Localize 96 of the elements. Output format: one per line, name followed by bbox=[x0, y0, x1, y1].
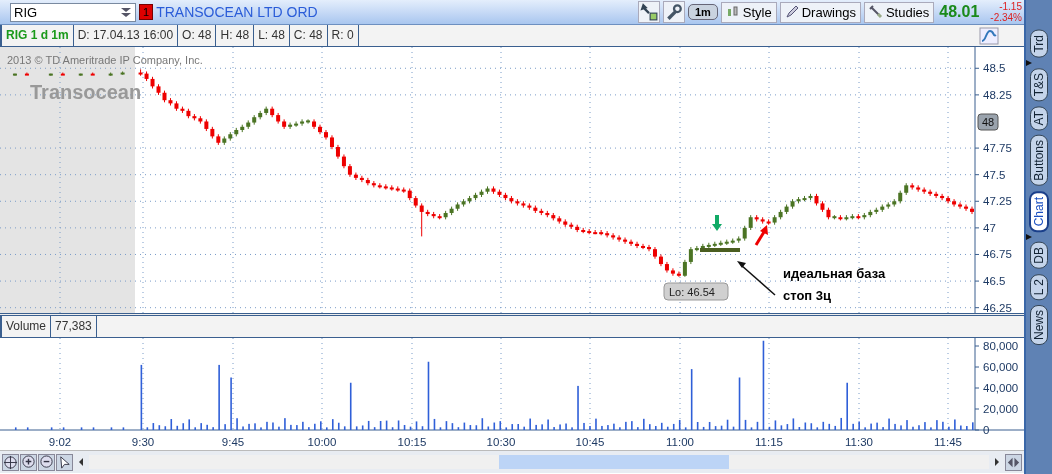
percent-change: -2.34% bbox=[990, 12, 1022, 23]
price-change: -1.15 bbox=[999, 1, 1022, 12]
candlestick bbox=[300, 118, 305, 127]
price-axis-label: 46.25 bbox=[983, 301, 1012, 313]
pencil-icon bbox=[784, 5, 799, 19]
candlestick bbox=[946, 195, 951, 204]
price-axis-label: 47.5 bbox=[983, 168, 1006, 181]
price-axis-label: 48.5 bbox=[983, 62, 1006, 75]
dropdown-icon[interactable] bbox=[119, 5, 133, 19]
expand-icon[interactable] bbox=[1005, 453, 1022, 471]
toolbar-button[interactable]: Studies bbox=[863, 1, 935, 23]
timeframe-button[interactable]: 1m bbox=[687, 4, 718, 20]
candlestick bbox=[670, 267, 675, 277]
time-axis-label: 9:02 bbox=[48, 436, 72, 448]
price-axis-label: 47 bbox=[983, 221, 996, 234]
candlestick bbox=[294, 120, 299, 128]
volume-axis-label: 0 bbox=[983, 424, 990, 436]
time-axis-label: 11:45 bbox=[934, 436, 962, 448]
time-axis-label: 11:00 bbox=[666, 436, 694, 448]
zoom-out-icon[interactable] bbox=[38, 453, 55, 471]
pointer-triangle-icon bbox=[1026, 234, 1032, 241]
chart-style-icon[interactable] bbox=[979, 27, 999, 45]
current-price-tag: 48 bbox=[977, 113, 999, 131]
scroll-right-icon[interactable] bbox=[993, 457, 1001, 467]
last-price: 48.01 bbox=[939, 3, 980, 21]
pointer-triangle-icon bbox=[1026, 59, 1032, 66]
tools-icon[interactable] bbox=[637, 1, 660, 23]
candlestick bbox=[694, 245, 699, 252]
time-axis-label: 10:15 bbox=[397, 436, 427, 448]
bar-info-field: O: 48 bbox=[178, 25, 217, 46]
scroll-left-icon[interactable] bbox=[77, 457, 85, 467]
bar-info-field: L: 48 bbox=[254, 25, 290, 46]
toolbar-button[interactable]: Style bbox=[720, 1, 777, 23]
pointer-icon[interactable] bbox=[56, 453, 73, 471]
toolbar-button[interactable]: Drawings bbox=[779, 1, 861, 23]
side-tab[interactable]: AT bbox=[1030, 105, 1048, 131]
bar-info-field: C: 48 bbox=[289, 25, 328, 46]
side-tab[interactable]: T&S bbox=[1030, 67, 1048, 101]
volume-value: 77,383 bbox=[51, 316, 97, 337]
candlestick bbox=[353, 172, 358, 181]
side-tab[interactable]: Trd bbox=[1030, 30, 1048, 58]
candlestick bbox=[324, 129, 328, 141]
zoom-in-icon[interactable] bbox=[20, 453, 37, 471]
low-price-label: Lo: 46.54 bbox=[663, 282, 729, 301]
bar-info-field: H: 48 bbox=[216, 25, 255, 46]
candlestick bbox=[419, 202, 424, 237]
time-axis-label: 10:00 bbox=[307, 436, 337, 448]
volume-axis-label: 60,000 bbox=[983, 361, 1019, 373]
time-axis-label: 9:30 bbox=[131, 436, 155, 448]
down-arrow bbox=[712, 215, 722, 231]
candlestick bbox=[276, 112, 281, 125]
side-tab[interactable]: News bbox=[1030, 305, 1048, 346]
candlestick bbox=[306, 118, 311, 125]
company-name[interactable]: TRANSOCEAN LTD ORD bbox=[156, 4, 318, 20]
price-axis-label: 47.75 bbox=[983, 142, 1012, 155]
volume-axis-label: 40,000 bbox=[983, 382, 1019, 394]
chart-label: RIG 1 d 1m bbox=[2, 25, 74, 46]
candle-icon bbox=[725, 5, 740, 19]
volume-axis-label: 80,000 bbox=[983, 340, 1019, 352]
candlestick bbox=[24, 72, 29, 76]
bar-info-field: D: 17.04.13 16:00 bbox=[73, 25, 179, 46]
candlestick bbox=[664, 261, 669, 274]
side-tab[interactable]: Chart bbox=[1029, 191, 1049, 233]
side-tab[interactable]: DB bbox=[1030, 242, 1048, 270]
annotation-text: стоп 3ц bbox=[783, 288, 832, 303]
base-level-marker bbox=[700, 248, 740, 252]
price-axis-label: 46.5 bbox=[983, 275, 1006, 288]
alert-badge[interactable]: 1 bbox=[139, 4, 154, 20]
candlestick bbox=[970, 206, 975, 215]
time-axis-label: 10:45 bbox=[575, 436, 605, 448]
side-tab[interactable]: L 2 bbox=[1030, 274, 1048, 301]
crosshair-icon[interactable] bbox=[2, 453, 19, 471]
time-axis-label: 10:30 bbox=[486, 436, 516, 448]
volume-axis-label: 20,000 bbox=[983, 403, 1019, 415]
symbol-field[interactable]: RIG bbox=[10, 2, 136, 22]
pointer-arrow bbox=[737, 261, 776, 296]
scrollbar-thumb[interactable] bbox=[499, 455, 729, 469]
candlestick bbox=[958, 201, 963, 210]
bar-info-field: R: 0 bbox=[327, 25, 359, 46]
price-axis-label: 48.25 bbox=[983, 88, 1012, 101]
time-axis-label: 11:15 bbox=[755, 436, 783, 448]
annotation-text: идеальная база bbox=[783, 266, 886, 281]
studies-icon bbox=[868, 5, 883, 19]
copyright-text: 2013 © TD Ameritrade IP Company, Inc. bbox=[7, 54, 203, 66]
candlestick bbox=[365, 177, 370, 186]
volume-title: Volume bbox=[2, 316, 52, 337]
price-axis-label: 46.75 bbox=[983, 248, 1012, 261]
price-axis-label: 47.25 bbox=[983, 195, 1012, 208]
up-arrow bbox=[754, 225, 768, 246]
candlestick bbox=[641, 243, 646, 250]
side-tab[interactable]: Buttons bbox=[1030, 135, 1048, 187]
candlestick bbox=[952, 198, 957, 208]
company-logo: Transocean bbox=[30, 81, 142, 103]
candlestick bbox=[617, 234, 622, 243]
time-axis-label: 11:30 bbox=[845, 436, 873, 448]
time-axis-label: 9:45 bbox=[221, 436, 245, 448]
